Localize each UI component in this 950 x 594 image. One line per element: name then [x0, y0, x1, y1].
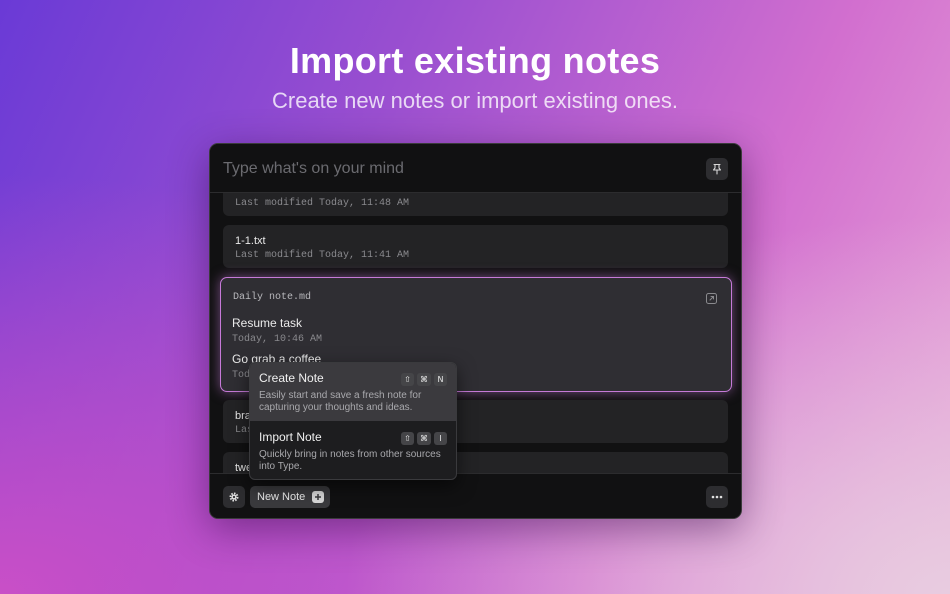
shortcut-key: N: [434, 373, 447, 386]
top-bar: [210, 144, 741, 193]
hero-title: Import existing notes: [289, 40, 661, 81]
note-input[interactable]: [223, 156, 663, 182]
open-external-icon[interactable]: [706, 293, 717, 304]
pin-button[interactable]: [706, 158, 728, 180]
task-time: Today, 10:46 AM: [232, 334, 323, 345]
menu-item-description: Quickly bring in notes from other source…: [259, 449, 441, 472]
shortcut-key: I: [434, 432, 447, 445]
shortcut-keys: ⇧ ⌘ N: [401, 373, 447, 386]
settings-button[interactable]: [223, 486, 245, 508]
shortcut-key: ⌘: [417, 432, 431, 445]
new-note-button[interactable]: New Note: [250, 486, 330, 508]
note-card[interactable]: 1-1.txt Last modified Today, 11:41 AM: [223, 225, 728, 268]
pin-icon: [712, 163, 722, 175]
shortcut-key: ⇧: [401, 432, 414, 445]
new-note-menu: Create Note Easily start and save a fres…: [249, 362, 457, 480]
menu-item-import-note[interactable]: Import Note Quickly bring in notes from …: [250, 422, 456, 479]
menu-item-create-note[interactable]: Create Note Easily start and save a fres…: [250, 363, 456, 421]
ellipsis-icon: [711, 495, 723, 499]
shortcut-key: ⌘: [417, 373, 431, 386]
task-title: Resume task: [232, 316, 303, 330]
note-filename: Daily note.md: [233, 292, 312, 303]
gear-icon: [229, 492, 239, 502]
task-item: Resume task Today, 10:46 AM: [232, 316, 322, 345]
note-modified: Last modified Today, 11:41 AM: [235, 250, 410, 261]
note-title: 1-1.txt: [235, 235, 266, 247]
note-modified: Last modified Today, 11:48 AM: [235, 198, 410, 209]
menu-item-description: Easily start and save a fresh note for c…: [259, 390, 422, 413]
hero-subtitle: Create new notes or import existing ones…: [272, 88, 678, 113]
note-card[interactable]: Last modified Today, 11:48 AM: [223, 193, 728, 216]
shortcut-key: ⇧: [401, 373, 414, 386]
more-button[interactable]: [706, 486, 728, 508]
new-note-label: New Note: [257, 491, 306, 503]
plus-icon: [312, 491, 325, 503]
shortcut-keys: ⇧ ⌘ I: [401, 432, 447, 445]
